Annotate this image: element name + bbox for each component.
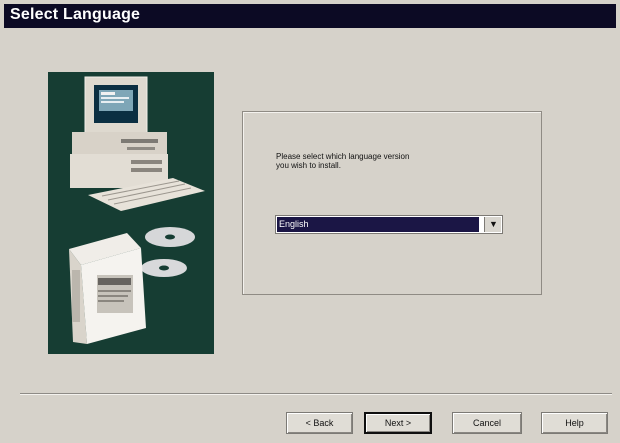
chevron-down-icon: ▼ — [489, 219, 498, 229]
title-bar: Select Language — [4, 4, 616, 28]
prompt-line-2: you wish to install. — [276, 161, 341, 170]
setup-illustration — [48, 72, 214, 354]
next-button[interactable]: Next > — [364, 412, 432, 434]
dropdown-button[interactable]: ▼ — [484, 217, 501, 232]
window-title: Select Language — [10, 6, 141, 23]
help-button[interactable]: Help — [541, 412, 608, 434]
language-dropdown-value[interactable]: English — [277, 217, 479, 232]
language-prompt: Please select which language version you… — [276, 152, 506, 170]
cancel-button[interactable]: Cancel — [452, 412, 522, 434]
footer-separator — [20, 393, 612, 395]
language-selection-frame — [242, 111, 542, 295]
installer-window: Select Language Please select which lang… — [0, 0, 620, 443]
back-button[interactable]: < Back — [286, 412, 353, 434]
language-dropdown[interactable]: English ▼ — [275, 215, 503, 234]
prompt-line-1: Please select which language version — [276, 152, 410, 161]
computer-illustration-icon — [69, 76, 205, 344]
